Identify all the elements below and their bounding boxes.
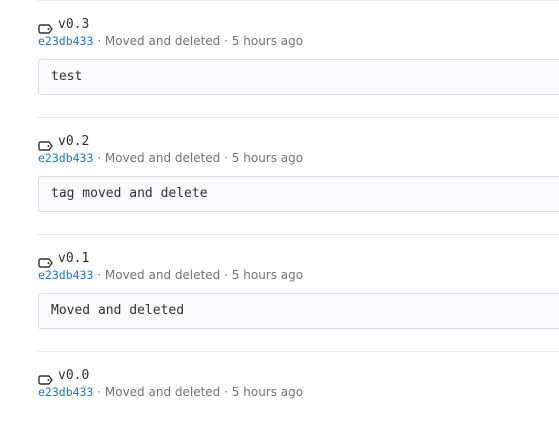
tag-icon	[38, 253, 53, 268]
tag-commit-meta: e23db433 · Moved and deleted · 5 hours a…	[38, 34, 303, 48]
tag-row: v0.1 e23db433 · Moved and deleted · 5 ho…	[38, 234, 559, 351]
tag-icon	[38, 136, 53, 151]
tag-title: v0.2	[38, 132, 89, 151]
meta-separator: ·	[97, 268, 102, 282]
tag-title: v0.3	[38, 15, 89, 34]
commit-title: Moved and deleted	[104, 34, 221, 48]
meta-separator: ·	[224, 268, 228, 282]
commit-sha-link[interactable]: e23db433	[38, 385, 93, 399]
meta-separator: ·	[97, 151, 102, 165]
tag-title: v0.0	[38, 366, 89, 385]
tag-name-link[interactable]: v0.1	[58, 251, 89, 266]
meta-separator: ·	[224, 151, 228, 165]
tag-title: v0.1	[38, 249, 89, 268]
commit-time: 5 hours ago	[231, 34, 304, 48]
tag-commit-meta: e23db433 · Moved and deleted · 5 hours a…	[38, 268, 303, 282]
meta-separator: ·	[224, 385, 228, 399]
commit-title: Moved and deleted	[104, 268, 221, 282]
meta-separator: ·	[224, 34, 228, 48]
meta-separator: ·	[97, 385, 102, 399]
commit-sha-link[interactable]: e23db433	[38, 268, 93, 282]
tag-name-link[interactable]: v0.3	[58, 17, 89, 32]
tag-message: Moved and deleted	[38, 293, 559, 329]
tag-row: v0.0 e23db433 · Moved and deleted · 5 ho…	[38, 351, 559, 422]
tag-message: tag moved and delete	[38, 176, 559, 212]
commit-time: 5 hours ago	[231, 151, 304, 165]
tag-row: v0.2 e23db433 · Moved and deleted · 5 ho…	[38, 117, 559, 234]
tag-icon	[38, 370, 53, 385]
commit-sha-link[interactable]: e23db433	[38, 151, 93, 165]
commit-title: Moved and deleted	[104, 385, 221, 399]
commit-title: Moved and deleted	[104, 151, 221, 165]
tag-message: test	[38, 59, 559, 95]
tag-commit-meta: e23db433 · Moved and deleted · 5 hours a…	[38, 151, 303, 165]
commit-sha-link[interactable]: e23db433	[38, 34, 93, 48]
tag-name-link[interactable]: v0.2	[58, 134, 89, 149]
commit-time: 5 hours ago	[231, 268, 304, 282]
tag-list: v0.3 e23db433 · Moved and deleted · 5 ho…	[38, 0, 559, 422]
tag-commit-meta: e23db433 · Moved and deleted · 5 hours a…	[38, 385, 303, 399]
tag-icon	[38, 19, 53, 34]
meta-separator: ·	[97, 34, 102, 48]
commit-time: 5 hours ago	[231, 385, 304, 399]
tag-name-link[interactable]: v0.0	[58, 368, 89, 383]
tag-row: v0.3 e23db433 · Moved and deleted · 5 ho…	[38, 0, 559, 117]
